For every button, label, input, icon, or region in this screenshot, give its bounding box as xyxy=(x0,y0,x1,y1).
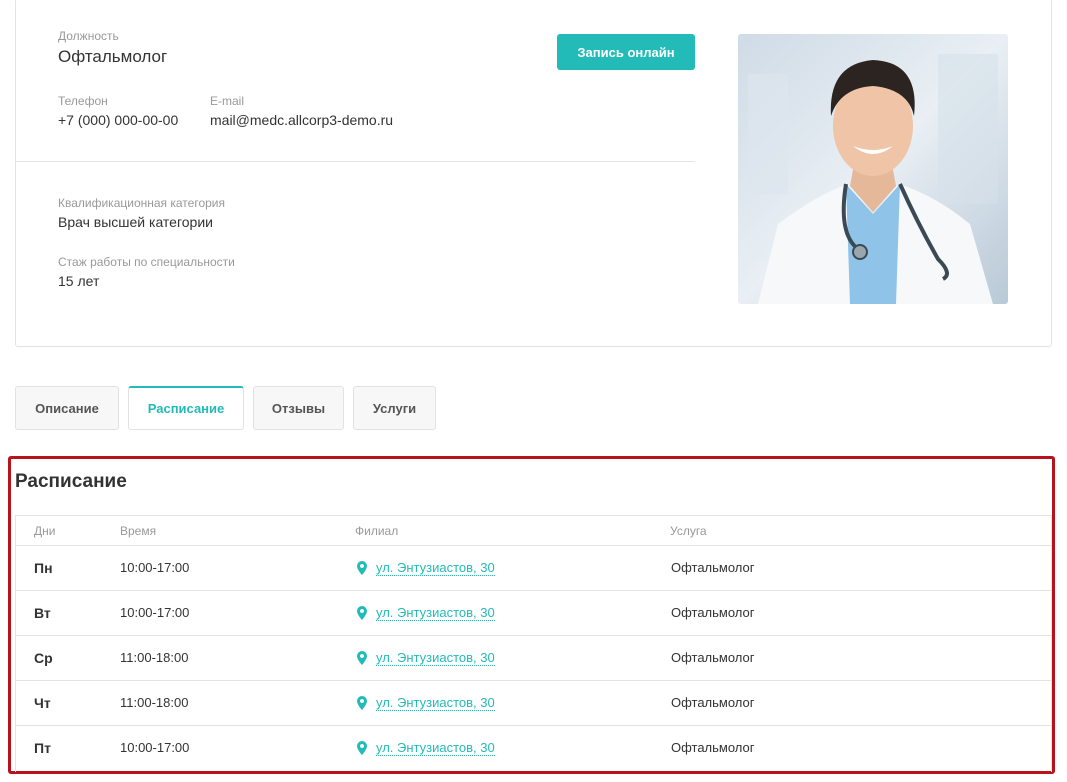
row-time: 11:00-18:00 xyxy=(120,695,189,710)
position-label: Должность xyxy=(58,29,119,43)
row-day: Ср xyxy=(34,650,53,666)
row-day: Пн xyxy=(34,560,53,576)
row-time: 10:00-17:00 xyxy=(120,560,190,575)
doctor-photo xyxy=(738,34,1008,304)
qualification-label: Квалификационная категория xyxy=(58,196,226,210)
table-row: Вт 10:00-17:00 ул. Энтузиастов, 30 Офтал… xyxy=(16,591,1051,636)
doctor-info-card: Должность Офтальмолог Телефон +7 (000) 0… xyxy=(15,0,1052,347)
row-branch-link[interactable]: ул. Энтузиастов, 30 xyxy=(356,605,495,621)
row-day: Вт xyxy=(34,605,51,621)
row-branch-link[interactable]: ул. Энтузиастов, 30 xyxy=(356,740,495,756)
email-label: E-mail xyxy=(210,94,245,108)
schedule-table: Дни Время Филиал Услуга Пн 10:00-17:00 у… xyxy=(15,515,1052,772)
table-row: Пн 10:00-17:00 ул. Энтузиастов, 30 Офтал… xyxy=(16,546,1051,591)
map-pin-icon xyxy=(357,696,367,710)
map-pin-icon xyxy=(357,741,367,755)
row-day: Чт xyxy=(34,695,51,711)
row-service: Офтальмолог xyxy=(671,695,755,710)
header-branch: Филиал xyxy=(355,524,399,538)
row-service: Офтальмолог xyxy=(671,560,755,575)
schedule-table-header: Дни Время Филиал Услуга xyxy=(16,516,1051,546)
map-pin-icon xyxy=(357,651,367,665)
tab-reviews[interactable]: Отзывы xyxy=(253,386,344,430)
schedule-section: Расписание Дни Время Филиал Услуга Пн 10… xyxy=(8,456,1055,774)
experience-value: 15 лет xyxy=(58,273,100,289)
row-branch-text: ул. Энтузиастов, 30 xyxy=(376,650,495,666)
table-row: Ср 11:00-18:00 ул. Энтузиастов, 30 Офтал… xyxy=(16,636,1051,681)
map-pin-icon xyxy=(357,606,367,620)
row-service: Офтальмолог xyxy=(671,605,755,620)
row-branch-text: ул. Энтузиастов, 30 xyxy=(376,560,495,576)
header-time: Время xyxy=(120,524,157,538)
row-branch-text: ул. Энтузиастов, 30 xyxy=(376,740,495,756)
row-time: 10:00-17:00 xyxy=(120,740,190,755)
tab-description[interactable]: Описание xyxy=(15,386,119,430)
tab-schedule[interactable]: Расписание xyxy=(128,386,244,430)
row-branch-link[interactable]: ул. Энтузиастов, 30 xyxy=(356,560,495,576)
info-divider xyxy=(16,161,695,162)
row-service: Офтальмолог xyxy=(671,650,755,665)
row-service: Офтальмолог xyxy=(671,740,755,755)
email-value[interactable]: mail@medc.allcorp3-demo.ru xyxy=(210,112,393,128)
phone-label: Телефон xyxy=(58,94,108,108)
online-booking-button[interactable]: Запись онлайн xyxy=(557,34,695,70)
schedule-title: Расписание xyxy=(15,471,127,492)
table-row: Чт 11:00-18:00 ул. Энтузиастов, 30 Офтал… xyxy=(16,681,1051,726)
experience-label: Стаж работы по специальности xyxy=(58,255,235,269)
table-row: Пт 10:00-17:00 ул. Энтузиастов, 30 Офтал… xyxy=(16,726,1051,771)
qualification-value: Врач высшей категории xyxy=(58,214,213,230)
tab-services[interactable]: Услуги xyxy=(353,386,436,430)
phone-value[interactable]: +7 (000) 000-00-00 xyxy=(58,112,178,128)
row-branch-text: ул. Энтузиастов, 30 xyxy=(376,605,495,621)
header-service: Услуга xyxy=(670,524,707,538)
row-branch-text: ул. Энтузиастов, 30 xyxy=(376,695,495,711)
header-day: Дни xyxy=(34,524,56,538)
row-day: Пт xyxy=(34,740,51,756)
row-branch-link[interactable]: ул. Энтузиастов, 30 xyxy=(356,695,495,711)
row-time: 11:00-18:00 xyxy=(120,650,189,665)
position-value: Офтальмолог xyxy=(58,47,168,66)
map-pin-icon xyxy=(357,561,367,575)
doctor-photo-image xyxy=(738,34,1008,304)
row-time: 10:00-17:00 xyxy=(120,605,190,620)
row-branch-link[interactable]: ул. Энтузиастов, 30 xyxy=(356,650,495,666)
